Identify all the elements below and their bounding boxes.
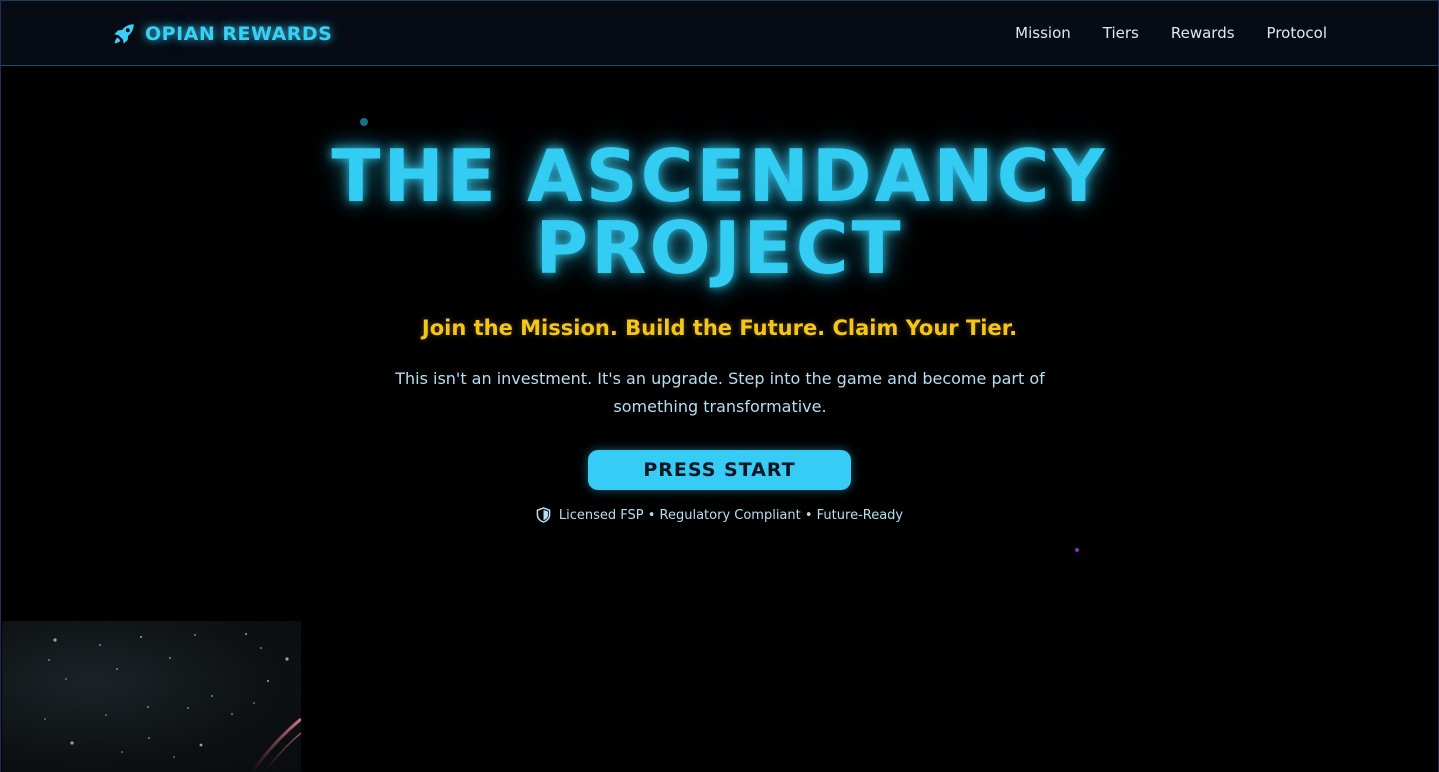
brand-logo-link[interactable]: OPIAN REWARDS bbox=[111, 20, 332, 48]
trust-badge: Licensed FSP • Regulatory Compliant • Fu… bbox=[1, 507, 1438, 523]
brand-name: OPIAN REWARDS bbox=[145, 23, 333, 45]
shield-icon bbox=[536, 507, 551, 523]
hero-title: THE ASCENDANCY PROJECT bbox=[1, 140, 1438, 284]
hero-subtitle: This isn't an investment. It's an upgrad… bbox=[395, 365, 1045, 421]
floating-particle-cyan bbox=[360, 118, 368, 126]
top-navbar: OPIAN REWARDS Mission Tiers Rewards Prot… bbox=[1, 0, 1438, 66]
nav-link-tiers[interactable]: Tiers bbox=[1103, 24, 1139, 42]
nav-link-rewards[interactable]: Rewards bbox=[1171, 24, 1235, 42]
hero-subtitle-line-1: This isn't an investment. It's an upgrad… bbox=[395, 369, 1045, 388]
nav-link-protocol[interactable]: Protocol bbox=[1267, 24, 1327, 42]
hero-subtitle-line-2: something transformative. bbox=[613, 397, 827, 416]
press-start-button[interactable]: PRESS START bbox=[588, 450, 851, 490]
starfield-preview-image bbox=[2, 621, 301, 772]
nav-links: Mission Tiers Rewards Protocol bbox=[1015, 24, 1327, 42]
floating-particle-purple bbox=[1075, 548, 1079, 552]
hero-title-line-2: PROJECT bbox=[535, 206, 904, 290]
hero-tagline: Join the Mission. Build the Future. Clai… bbox=[421, 316, 1018, 340]
trust-text: Licensed FSP • Regulatory Compliant • Fu… bbox=[558, 507, 904, 523]
nav-link-mission[interactable]: Mission bbox=[1015, 24, 1071, 42]
rocket-icon bbox=[114, 24, 134, 44]
page: OPIAN REWARDS Mission Tiers Rewards Prot… bbox=[0, 0, 1439, 772]
